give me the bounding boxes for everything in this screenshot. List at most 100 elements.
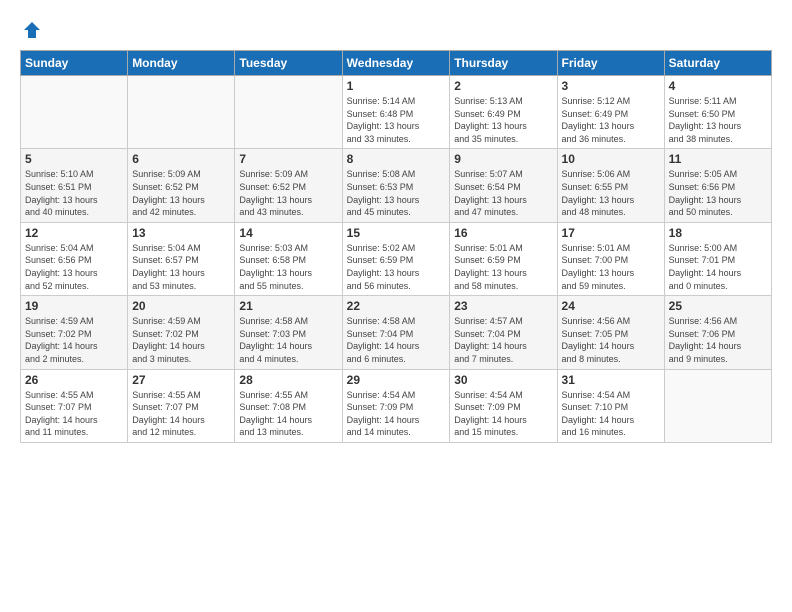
day-info: Sunrise: 5:05 AM Sunset: 6:56 PM Dayligh… — [669, 168, 767, 218]
day-number: 10 — [562, 152, 660, 166]
logo — [20, 20, 42, 40]
calendar-cell: 28Sunrise: 4:55 AM Sunset: 7:08 PM Dayli… — [235, 369, 342, 442]
calendar-cell: 27 Sunrise: 4:55 AM Sunset: 7:07 PM Dayli… — [128, 369, 235, 442]
day-number: 13 — [132, 226, 230, 240]
day-info: Sunrise: 5:04 AM Sunset: 6:57 PM Dayligh… — [132, 242, 230, 292]
day-info: Sunrise: 5:12 AM Sunset: 6:49 PM Dayligh… — [562, 95, 660, 145]
day-info: Sunrise: 5:11 AM Sunset: 6:50 PM Dayligh… — [669, 95, 767, 145]
day-number: 20 — [132, 299, 230, 313]
day-number: 14 — [239, 226, 337, 240]
logo-icon — [22, 20, 42, 40]
calendar-week-row: 12Sunrise: 5:04 AM Sunset: 6:56 PM Dayli… — [21, 222, 772, 295]
calendar-cell: 19 Sunrise: 4:59 AM Sunset: 7:02 PM Dayli… — [21, 296, 128, 369]
calendar-week-row: 26Sunrise: 4:55 AM Sunset: 7:07 PM Dayli… — [21, 369, 772, 442]
calendar-day-header: Thursday — [450, 51, 557, 76]
day-info: Sunrise: 4:58 AM Sunset: 7:03 PM Dayligh… — [239, 315, 337, 365]
calendar-week-row: 5 Sunrise: 5:10 AM Sunset: 6:51 PM Daylig… — [21, 149, 772, 222]
day-info: Sunrise: 5:08 AM Sunset: 6:53 PM Dayligh… — [347, 168, 446, 218]
day-info: Sunrise: 4:56 AM Sunset: 7:06 PM Dayligh… — [669, 315, 767, 365]
day-info: Sunrise: 4:54 AM Sunset: 7:10 PM Dayligh… — [562, 389, 660, 439]
day-number: 4 — [669, 79, 767, 93]
calendar-cell: 6 Sunrise: 5:09 AM Sunset: 6:52 PM Daylig… — [128, 149, 235, 222]
calendar-cell: 21 Sunrise: 4:58 AM Sunset: 7:03 PM Dayli… — [235, 296, 342, 369]
calendar-cell: 12Sunrise: 5:04 AM Sunset: 6:56 PM Dayli… — [21, 222, 128, 295]
day-number: 30 — [454, 373, 552, 387]
calendar-cell: 15 Sunrise: 5:02 AM Sunset: 6:59 PM Dayli… — [342, 222, 450, 295]
calendar-cell: 9Sunrise: 5:07 AM Sunset: 6:54 PM Daylig… — [450, 149, 557, 222]
day-number: 3 — [562, 79, 660, 93]
calendar-week-row: 19 Sunrise: 4:59 AM Sunset: 7:02 PM Dayli… — [21, 296, 772, 369]
day-number: 17 — [562, 226, 660, 240]
calendar-cell: 24Sunrise: 4:56 AM Sunset: 7:05 PM Dayli… — [557, 296, 664, 369]
day-number: 22 — [347, 299, 446, 313]
calendar-cell — [664, 369, 771, 442]
calendar-cell: 30 Sunrise: 4:54 AM Sunset: 7:09 PM Dayli… — [450, 369, 557, 442]
day-number: 7 — [239, 152, 337, 166]
calendar-day-header: Sunday — [21, 51, 128, 76]
day-info: Sunrise: 4:54 AM Sunset: 7:09 PM Dayligh… — [347, 389, 446, 439]
calendar-cell: 23 Sunrise: 4:57 AM Sunset: 7:04 PM Dayli… — [450, 296, 557, 369]
day-number: 8 — [347, 152, 446, 166]
day-number: 5 — [25, 152, 123, 166]
calendar-cell: 18 Sunrise: 5:00 AM Sunset: 7:01 PM Dayli… — [664, 222, 771, 295]
day-number: 27 — [132, 373, 230, 387]
day-number: 2 — [454, 79, 552, 93]
calendar-cell: 11 Sunrise: 5:05 AM Sunset: 6:56 PM Dayli… — [664, 149, 771, 222]
day-info: Sunrise: 5:01 AM Sunset: 6:59 PM Dayligh… — [454, 242, 552, 292]
calendar-cell — [235, 76, 342, 149]
day-info: Sunrise: 4:59 AM Sunset: 7:02 PM Dayligh… — [25, 315, 123, 365]
day-number: 31 — [562, 373, 660, 387]
calendar-header-row: SundayMondayTuesdayWednesdayThursdayFrid… — [21, 51, 772, 76]
calendar-cell: 4 Sunrise: 5:11 AM Sunset: 6:50 PM Daylig… — [664, 76, 771, 149]
day-info: Sunrise: 4:59 AM Sunset: 7:02 PM Dayligh… — [132, 315, 230, 365]
day-info: Sunrise: 5:09 AM Sunset: 6:52 PM Dayligh… — [132, 168, 230, 218]
calendar-cell: 20 Sunrise: 4:59 AM Sunset: 7:02 PM Dayli… — [128, 296, 235, 369]
calendar-week-row: 1 Sunrise: 5:14 AM Sunset: 6:48 PM Daylig… — [21, 76, 772, 149]
day-info: Sunrise: 4:55 AM Sunset: 7:08 PM Dayligh… — [239, 389, 337, 439]
calendar-cell: 13 Sunrise: 5:04 AM Sunset: 6:57 PM Dayli… — [128, 222, 235, 295]
calendar-day-header: Friday — [557, 51, 664, 76]
calendar-day-header: Monday — [128, 51, 235, 76]
calendar-cell — [21, 76, 128, 149]
calendar-day-header: Wednesday — [342, 51, 450, 76]
day-info: Sunrise: 4:54 AM Sunset: 7:09 PM Dayligh… — [454, 389, 552, 439]
calendar-cell: 5 Sunrise: 5:10 AM Sunset: 6:51 PM Daylig… — [21, 149, 128, 222]
calendar-cell: 3 Sunrise: 5:12 AM Sunset: 6:49 PM Daylig… — [557, 76, 664, 149]
day-info: Sunrise: 5:02 AM Sunset: 6:59 PM Dayligh… — [347, 242, 446, 292]
day-number: 9 — [454, 152, 552, 166]
day-number: 1 — [347, 79, 446, 93]
day-info: Sunrise: 5:10 AM Sunset: 6:51 PM Dayligh… — [25, 168, 123, 218]
day-info: Sunrise: 4:57 AM Sunset: 7:04 PM Dayligh… — [454, 315, 552, 365]
day-number: 25 — [669, 299, 767, 313]
day-number: 15 — [347, 226, 446, 240]
calendar-cell: 25 Sunrise: 4:56 AM Sunset: 7:06 PM Dayli… — [664, 296, 771, 369]
calendar-cell: 1 Sunrise: 5:14 AM Sunset: 6:48 PM Daylig… — [342, 76, 450, 149]
day-info: Sunrise: 4:55 AM Sunset: 7:07 PM Dayligh… — [132, 389, 230, 439]
calendar-cell: 7Sunrise: 5:09 AM Sunset: 6:52 PM Daylig… — [235, 149, 342, 222]
day-number: 6 — [132, 152, 230, 166]
calendar-cell: 17Sunrise: 5:01 AM Sunset: 7:00 PM Dayli… — [557, 222, 664, 295]
calendar-cell: 26Sunrise: 4:55 AM Sunset: 7:07 PM Dayli… — [21, 369, 128, 442]
day-info: Sunrise: 5:06 AM Sunset: 6:55 PM Dayligh… — [562, 168, 660, 218]
calendar-cell — [128, 76, 235, 149]
day-number: 19 — [25, 299, 123, 313]
day-info: Sunrise: 5:13 AM Sunset: 6:49 PM Dayligh… — [454, 95, 552, 145]
calendar-cell: 8 Sunrise: 5:08 AM Sunset: 6:53 PM Daylig… — [342, 149, 450, 222]
day-number: 18 — [669, 226, 767, 240]
day-number: 29 — [347, 373, 446, 387]
day-info: Sunrise: 4:55 AM Sunset: 7:07 PM Dayligh… — [25, 389, 123, 439]
calendar-day-header: Saturday — [664, 51, 771, 76]
day-info: Sunrise: 4:58 AM Sunset: 7:04 PM Dayligh… — [347, 315, 446, 365]
day-info: Sunrise: 5:04 AM Sunset: 6:56 PM Dayligh… — [25, 242, 123, 292]
day-number: 23 — [454, 299, 552, 313]
day-number: 24 — [562, 299, 660, 313]
day-info: Sunrise: 5:00 AM Sunset: 7:01 PM Dayligh… — [669, 242, 767, 292]
calendar-cell: 31 Sunrise: 4:54 AM Sunset: 7:10 PM Dayli… — [557, 369, 664, 442]
day-number: 21 — [239, 299, 337, 313]
day-number: 11 — [669, 152, 767, 166]
calendar-cell: 14Sunrise: 5:03 AM Sunset: 6:58 PM Dayli… — [235, 222, 342, 295]
calendar-cell: 22 Sunrise: 4:58 AM Sunset: 7:04 PM Dayli… — [342, 296, 450, 369]
calendar-table: SundayMondayTuesdayWednesdayThursdayFrid… — [20, 50, 772, 443]
calendar-cell: 29 Sunrise: 4:54 AM Sunset: 7:09 PM Dayli… — [342, 369, 450, 442]
day-info: Sunrise: 5:14 AM Sunset: 6:48 PM Dayligh… — [347, 95, 446, 145]
